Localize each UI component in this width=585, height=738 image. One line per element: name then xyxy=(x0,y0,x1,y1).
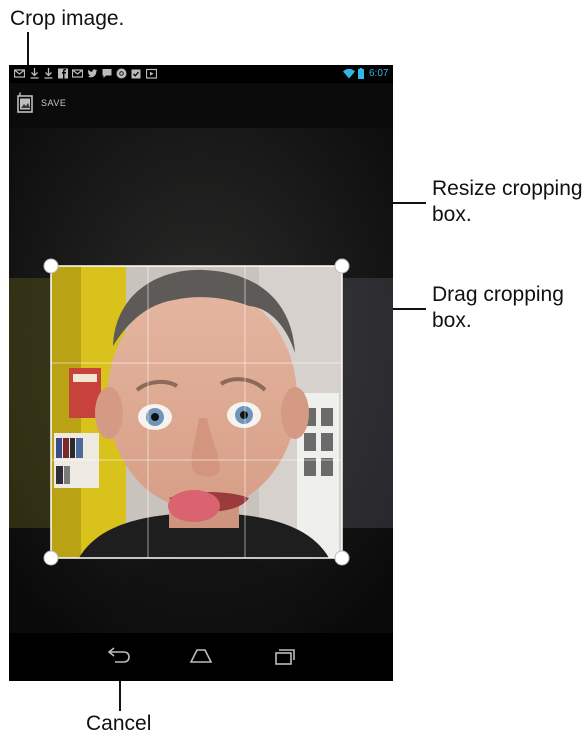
callout-cancel: Cancel xyxy=(86,712,152,735)
callout-resize-line2: box. xyxy=(432,203,472,226)
battery-icon xyxy=(358,68,364,79)
crop-handle-bottom-left[interactable] xyxy=(43,550,59,566)
status-bar: 6:07 xyxy=(9,65,393,83)
status-time: 6:07 xyxy=(369,68,389,79)
callout-drag-line2: box. xyxy=(432,309,472,332)
callout-resize-line1: Resize cropping xyxy=(432,177,583,200)
callout-resize-cropping-box: Resize cropping box. xyxy=(432,176,583,228)
tablet-screen: 6:07 SAVE xyxy=(9,65,393,681)
crop-done-icon xyxy=(17,92,33,113)
callout-drag-line1: Drag cropping xyxy=(432,283,564,306)
callout-drag-cropping-box: Drag cropping box. xyxy=(432,282,564,334)
download-icon xyxy=(30,68,39,79)
crop-region-photo xyxy=(51,266,342,558)
twitter-icon xyxy=(87,69,98,78)
callout-crop-image: Crop image. xyxy=(10,7,125,30)
navigation-bar xyxy=(9,633,393,681)
save-button[interactable]: SAVE xyxy=(15,88,66,118)
wifi-icon xyxy=(343,68,355,79)
download-icon xyxy=(44,68,53,79)
talk-icon xyxy=(102,69,112,78)
email-icon xyxy=(72,69,83,78)
chrome-icon xyxy=(116,68,127,79)
crop-handle-top-right[interactable] xyxy=(334,258,350,274)
youtube-icon xyxy=(146,68,157,79)
crop-handle-bottom-right[interactable] xyxy=(334,550,350,566)
save-label: SAVE xyxy=(41,98,67,108)
recent-apps-icon[interactable] xyxy=(273,645,297,667)
gmail-icon xyxy=(14,69,25,78)
home-icon[interactable] xyxy=(189,645,213,667)
crop-handle-top-left[interactable] xyxy=(43,258,59,274)
facebook-icon xyxy=(58,68,68,79)
calendar-icon xyxy=(131,69,141,79)
action-bar: SAVE xyxy=(9,83,393,128)
back-icon[interactable] xyxy=(106,645,132,667)
photo-canvas[interactable] xyxy=(9,128,393,633)
